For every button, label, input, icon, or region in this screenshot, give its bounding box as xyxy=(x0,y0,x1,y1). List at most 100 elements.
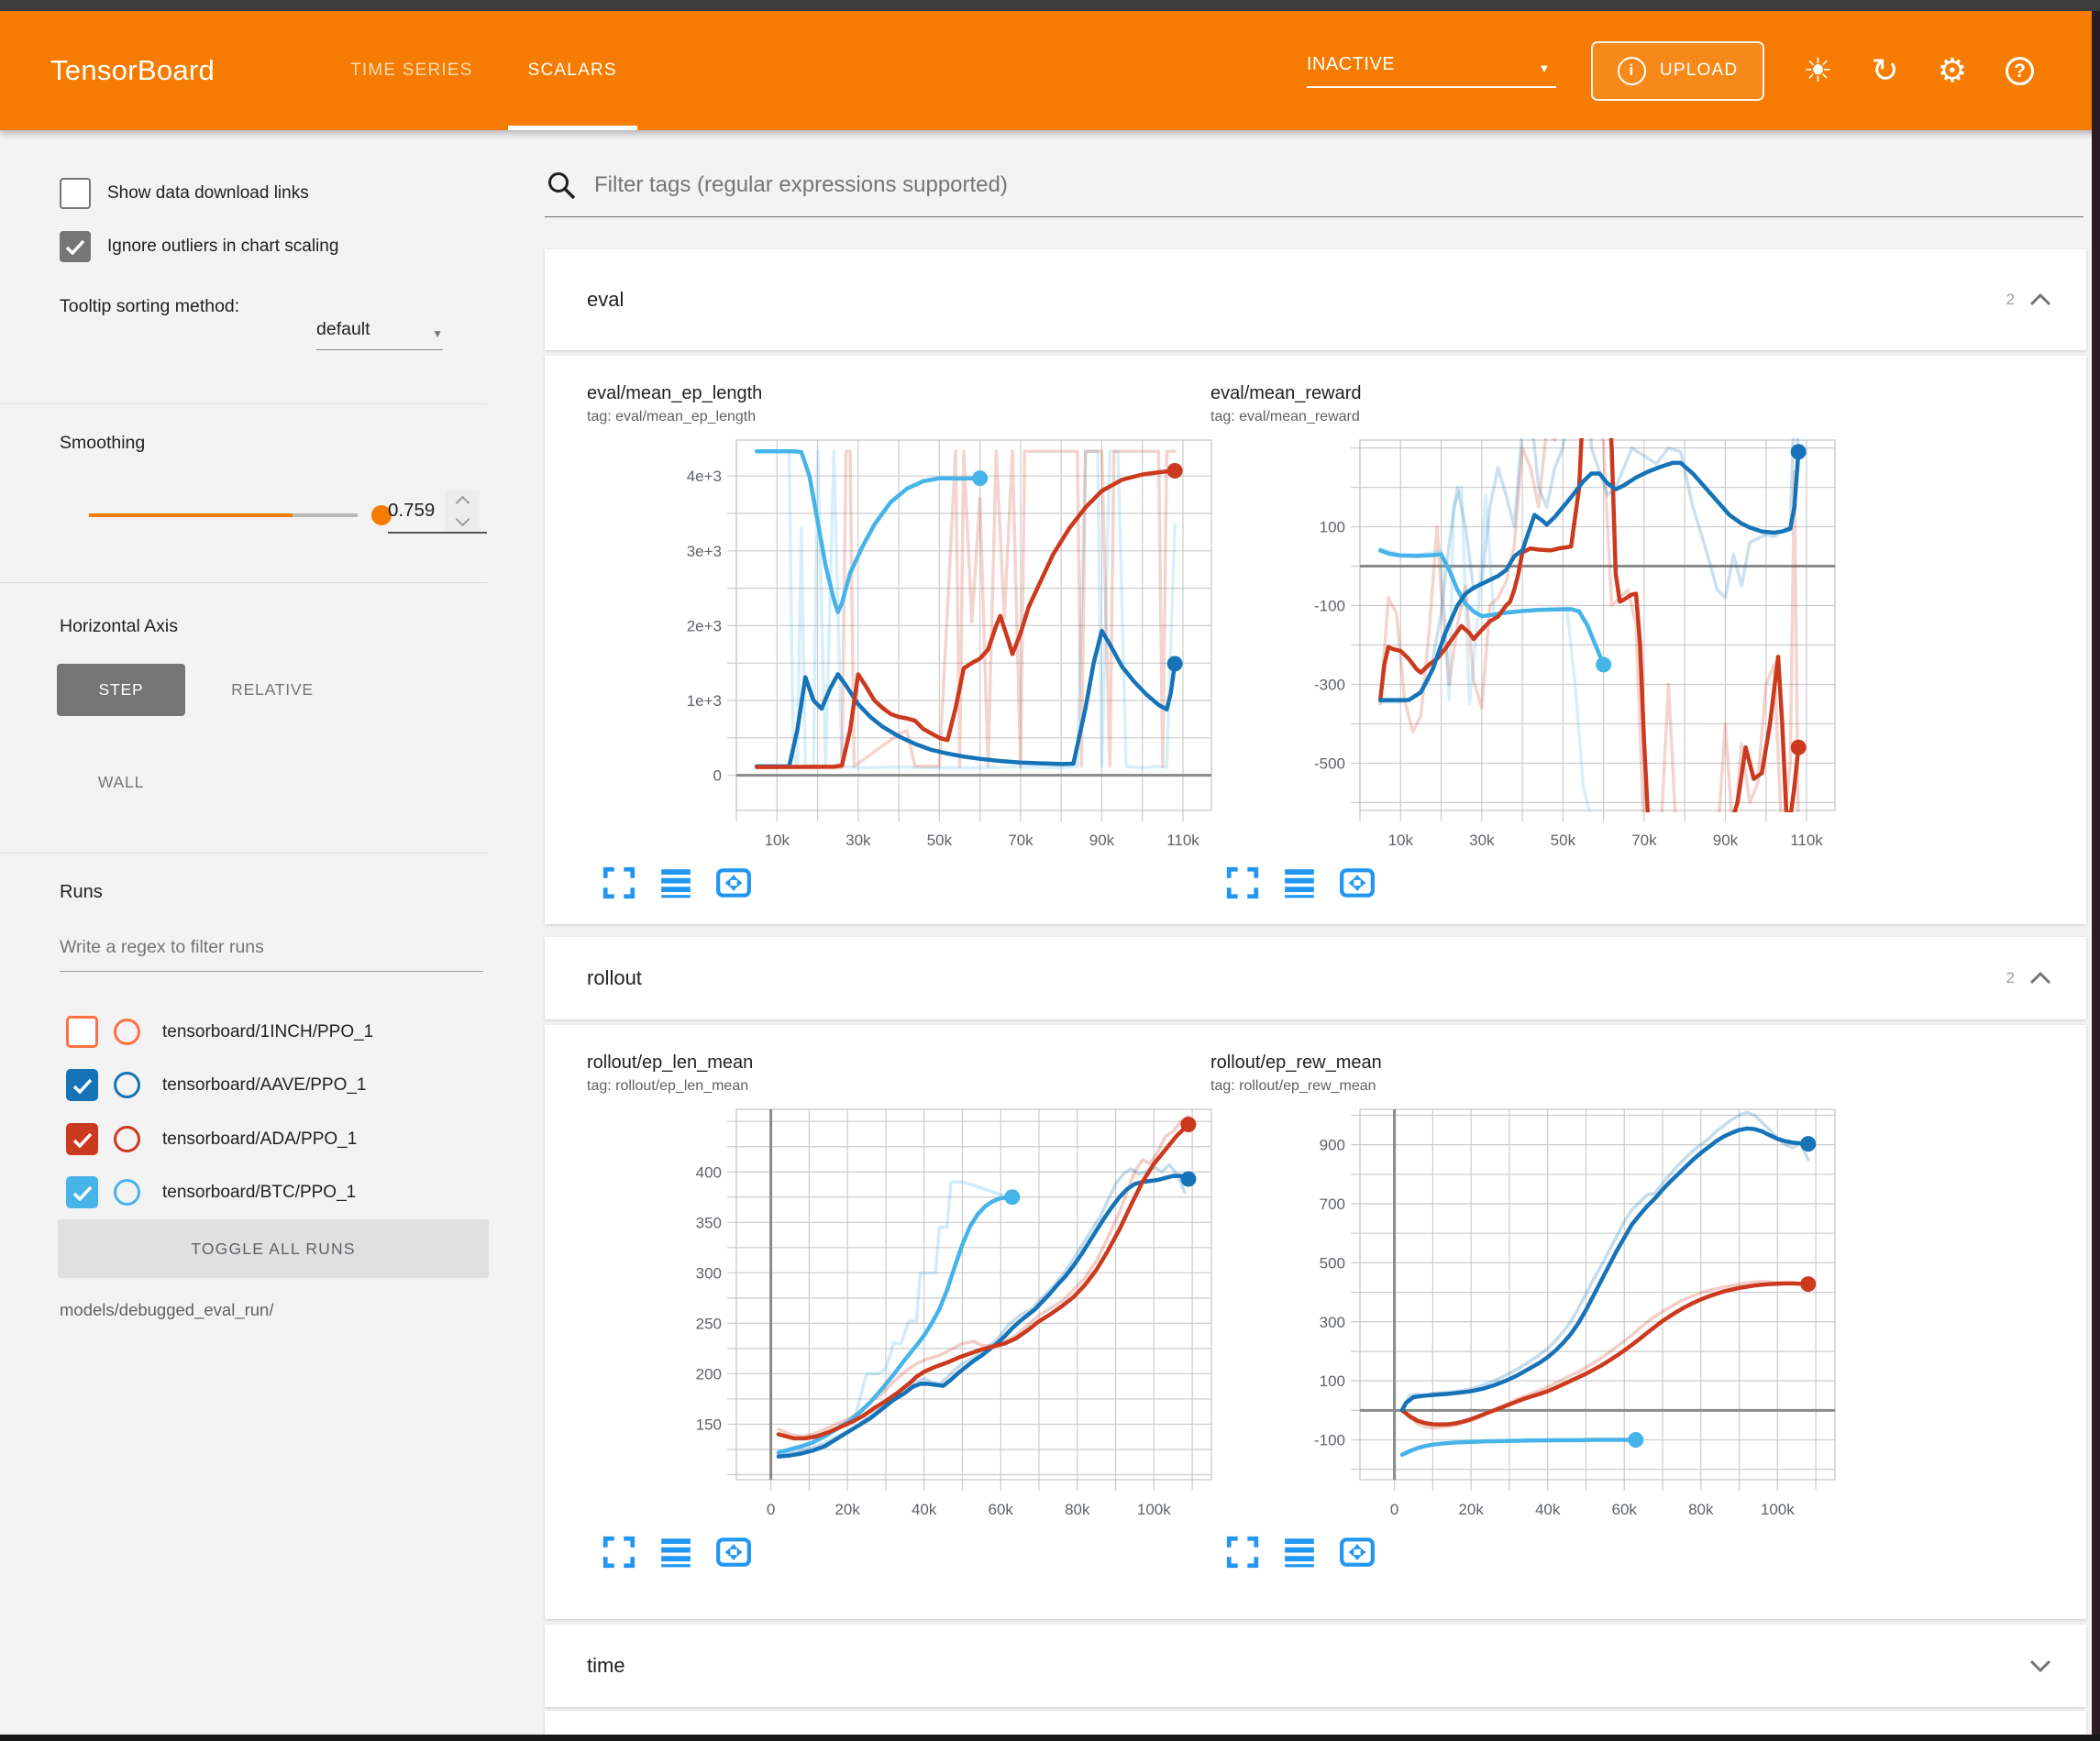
svg-text:100: 100 xyxy=(1320,1372,1345,1390)
chart-eval-mean-reward[interactable]: 100-100-300-50010k30k50k70k90k110k xyxy=(1279,427,1848,858)
run-row-1inch[interactable]: tensorboard/1INCH/PPO_1 xyxy=(66,1016,373,1048)
section-header-eval[interactable]: eval 2 xyxy=(545,249,2086,350)
svg-text:150: 150 xyxy=(696,1416,722,1433)
stepper-up-icon[interactable] xyxy=(455,495,470,510)
svg-text:90k: 90k xyxy=(1713,832,1739,849)
chart-rollout-ep-len-mean[interactable]: 150200250300350400020k40k60k80k100k xyxy=(656,1096,1224,1527)
toggle-y-axis-icon[interactable] xyxy=(1278,1531,1321,1571)
checkmark-icon xyxy=(65,238,85,255)
axis-relative-button[interactable]: RELATIVE xyxy=(208,664,337,716)
expand-chart-icon[interactable] xyxy=(598,1531,640,1571)
run-color-swatch xyxy=(114,1126,140,1152)
run-label: tensorboard/AAVE/PPO_1 xyxy=(162,1075,367,1096)
tab-scalars[interactable]: SCALARS xyxy=(501,11,645,130)
toggle-y-axis-icon[interactable] xyxy=(1278,862,1321,902)
window-top-strip xyxy=(0,0,2100,11)
fit-domain-icon[interactable] xyxy=(712,862,754,902)
chart-actions xyxy=(1221,862,1834,902)
svg-text:100: 100 xyxy=(1320,519,1345,536)
smoothing-stepper[interactable] xyxy=(445,490,480,531)
section-header-rollout[interactable]: rollout 2 xyxy=(545,937,2086,1019)
tab-time-series[interactable]: TIME SERIES xyxy=(323,11,501,130)
help-icon[interactable]: ? xyxy=(2006,57,2034,85)
window-bottom-strip xyxy=(0,1735,2100,1741)
next-section-card-partial xyxy=(545,1711,2086,1735)
slider-track-rest xyxy=(293,513,358,517)
chart-title: rollout/ep_rew_mean xyxy=(1210,1052,1834,1074)
svg-text:10k: 10k xyxy=(1388,832,1414,849)
run-color-swatch xyxy=(114,1179,140,1206)
fit-domain-icon[interactable] xyxy=(1335,862,1377,902)
svg-text:80k: 80k xyxy=(1688,1501,1714,1518)
brightness-icon[interactable]: ☀ xyxy=(1803,54,1832,87)
run-row-btc[interactable]: tensorboard/BTC/PPO_1 xyxy=(66,1176,356,1208)
svg-text:90k: 90k xyxy=(1089,832,1115,849)
svg-text:70k: 70k xyxy=(1631,832,1657,849)
section-body-eval: eval/mean_ep_length tag: eval/mean_ep_le… xyxy=(545,356,2086,924)
svg-text:60k: 60k xyxy=(989,1501,1014,1518)
run-row-ada[interactable]: tensorboard/ADA/PPO_1 xyxy=(66,1123,357,1155)
svg-text:50k: 50k xyxy=(1551,832,1576,849)
chart-eval-mean-ep-length[interactable]: 01e+32e+33e+34e+310k30k50k70k90k110k xyxy=(656,427,1224,858)
run-checkbox[interactable] xyxy=(66,1016,98,1048)
status-dropdown[interactable]: INACTIVE ▼ xyxy=(1307,54,1556,88)
show-download-links-row[interactable]: Show data download links xyxy=(60,178,309,209)
run-row-aave[interactable]: tensorboard/AAVE/PPO_1 xyxy=(66,1069,367,1101)
svg-text:30k: 30k xyxy=(1469,832,1495,849)
tag-filter-input[interactable] xyxy=(594,172,2083,198)
svg-text:300: 300 xyxy=(1320,1314,1345,1331)
stepper-down-icon[interactable] xyxy=(455,512,470,526)
divider xyxy=(0,853,488,854)
chevron-down-icon: ▼ xyxy=(1539,61,1551,75)
chart-title: rollout/ep_len_mean xyxy=(587,1052,1210,1074)
tooltip-sorting-dropdown[interactable]: default ▼ xyxy=(316,319,443,350)
svg-text:30k: 30k xyxy=(846,832,871,849)
fit-domain-icon[interactable] xyxy=(1335,1531,1377,1571)
chart-tag: tag: eval/mean_reward xyxy=(1210,409,1834,425)
section-count-badge: 2 xyxy=(2006,291,2015,309)
chevron-up-icon[interactable] xyxy=(2028,292,2053,308)
svg-text:-300: -300 xyxy=(1314,676,1345,693)
divider xyxy=(0,582,488,583)
svg-text:350: 350 xyxy=(696,1214,722,1231)
svg-text:70k: 70k xyxy=(1008,832,1033,849)
run-checkbox[interactable] xyxy=(66,1123,98,1155)
svg-text:1e+3: 1e+3 xyxy=(687,692,722,710)
tensorboard-app: TensorBoard TIME SERIES SCALARS INACTIVE… xyxy=(0,0,2100,1741)
ignore-outliers-checkbox[interactable] xyxy=(60,231,91,262)
axis-wall-button[interactable]: WALL xyxy=(66,761,176,803)
svg-text:200: 200 xyxy=(696,1365,722,1383)
chevron-down-icon[interactable] xyxy=(2028,1658,2053,1674)
refresh-icon[interactable]: ↻ xyxy=(1872,54,1899,87)
app-header: TensorBoard TIME SERIES SCALARS INACTIVE… xyxy=(0,11,2100,130)
runs-root-path: models/debugged_eval_run/ xyxy=(60,1300,273,1320)
upload-button[interactable]: i UPLOAD xyxy=(1591,41,1764,101)
svg-text:300: 300 xyxy=(696,1264,722,1282)
horizontal-axis-label: Horizontal Axis xyxy=(60,616,178,637)
smoothing-slider[interactable] xyxy=(89,504,358,526)
run-checkbox[interactable] xyxy=(66,1176,98,1208)
axis-step-button[interactable]: STEP xyxy=(57,664,185,716)
runs-filter-input[interactable] xyxy=(60,937,483,972)
toggle-y-axis-icon[interactable] xyxy=(655,1531,697,1571)
section-header-time[interactable]: time xyxy=(545,1625,2086,1707)
toggle-all-runs-button[interactable]: TOGGLE ALL RUNS xyxy=(58,1219,489,1278)
expand-chart-icon[interactable] xyxy=(598,862,640,902)
toggle-y-axis-icon[interactable] xyxy=(655,862,697,902)
chart-rollout-ep-rew-mean[interactable]: -100100300500700900020k40k60k80k100k xyxy=(1279,1096,1848,1527)
chart-card-eval-mean-reward: eval/mean_reward tag: eval/mean_reward 1… xyxy=(1210,383,1834,924)
svg-text:2e+3: 2e+3 xyxy=(687,617,722,634)
show-download-links-checkbox[interactable] xyxy=(60,178,91,209)
chevron-up-icon[interactable] xyxy=(2028,970,2053,986)
ignore-outliers-row[interactable]: Ignore outliers in chart scaling xyxy=(60,231,338,262)
checkmark-icon xyxy=(72,1185,93,1201)
run-checkbox[interactable] xyxy=(66,1069,98,1101)
settings-gear-icon[interactable]: ⚙ xyxy=(1938,54,1967,87)
fit-domain-icon[interactable] xyxy=(712,1531,754,1571)
chart-card-rollout-ep-rew-mean: rollout/ep_rew_mean tag: rollout/ep_rew_… xyxy=(1210,1052,1834,1619)
expand-chart-icon[interactable] xyxy=(1221,862,1264,902)
run-label: tensorboard/1INCH/PPO_1 xyxy=(162,1022,373,1042)
run-label: tensorboard/BTC/PPO_1 xyxy=(162,1183,356,1203)
expand-chart-icon[interactable] xyxy=(1221,1531,1264,1571)
smoothing-value-input[interactable] xyxy=(388,500,445,522)
